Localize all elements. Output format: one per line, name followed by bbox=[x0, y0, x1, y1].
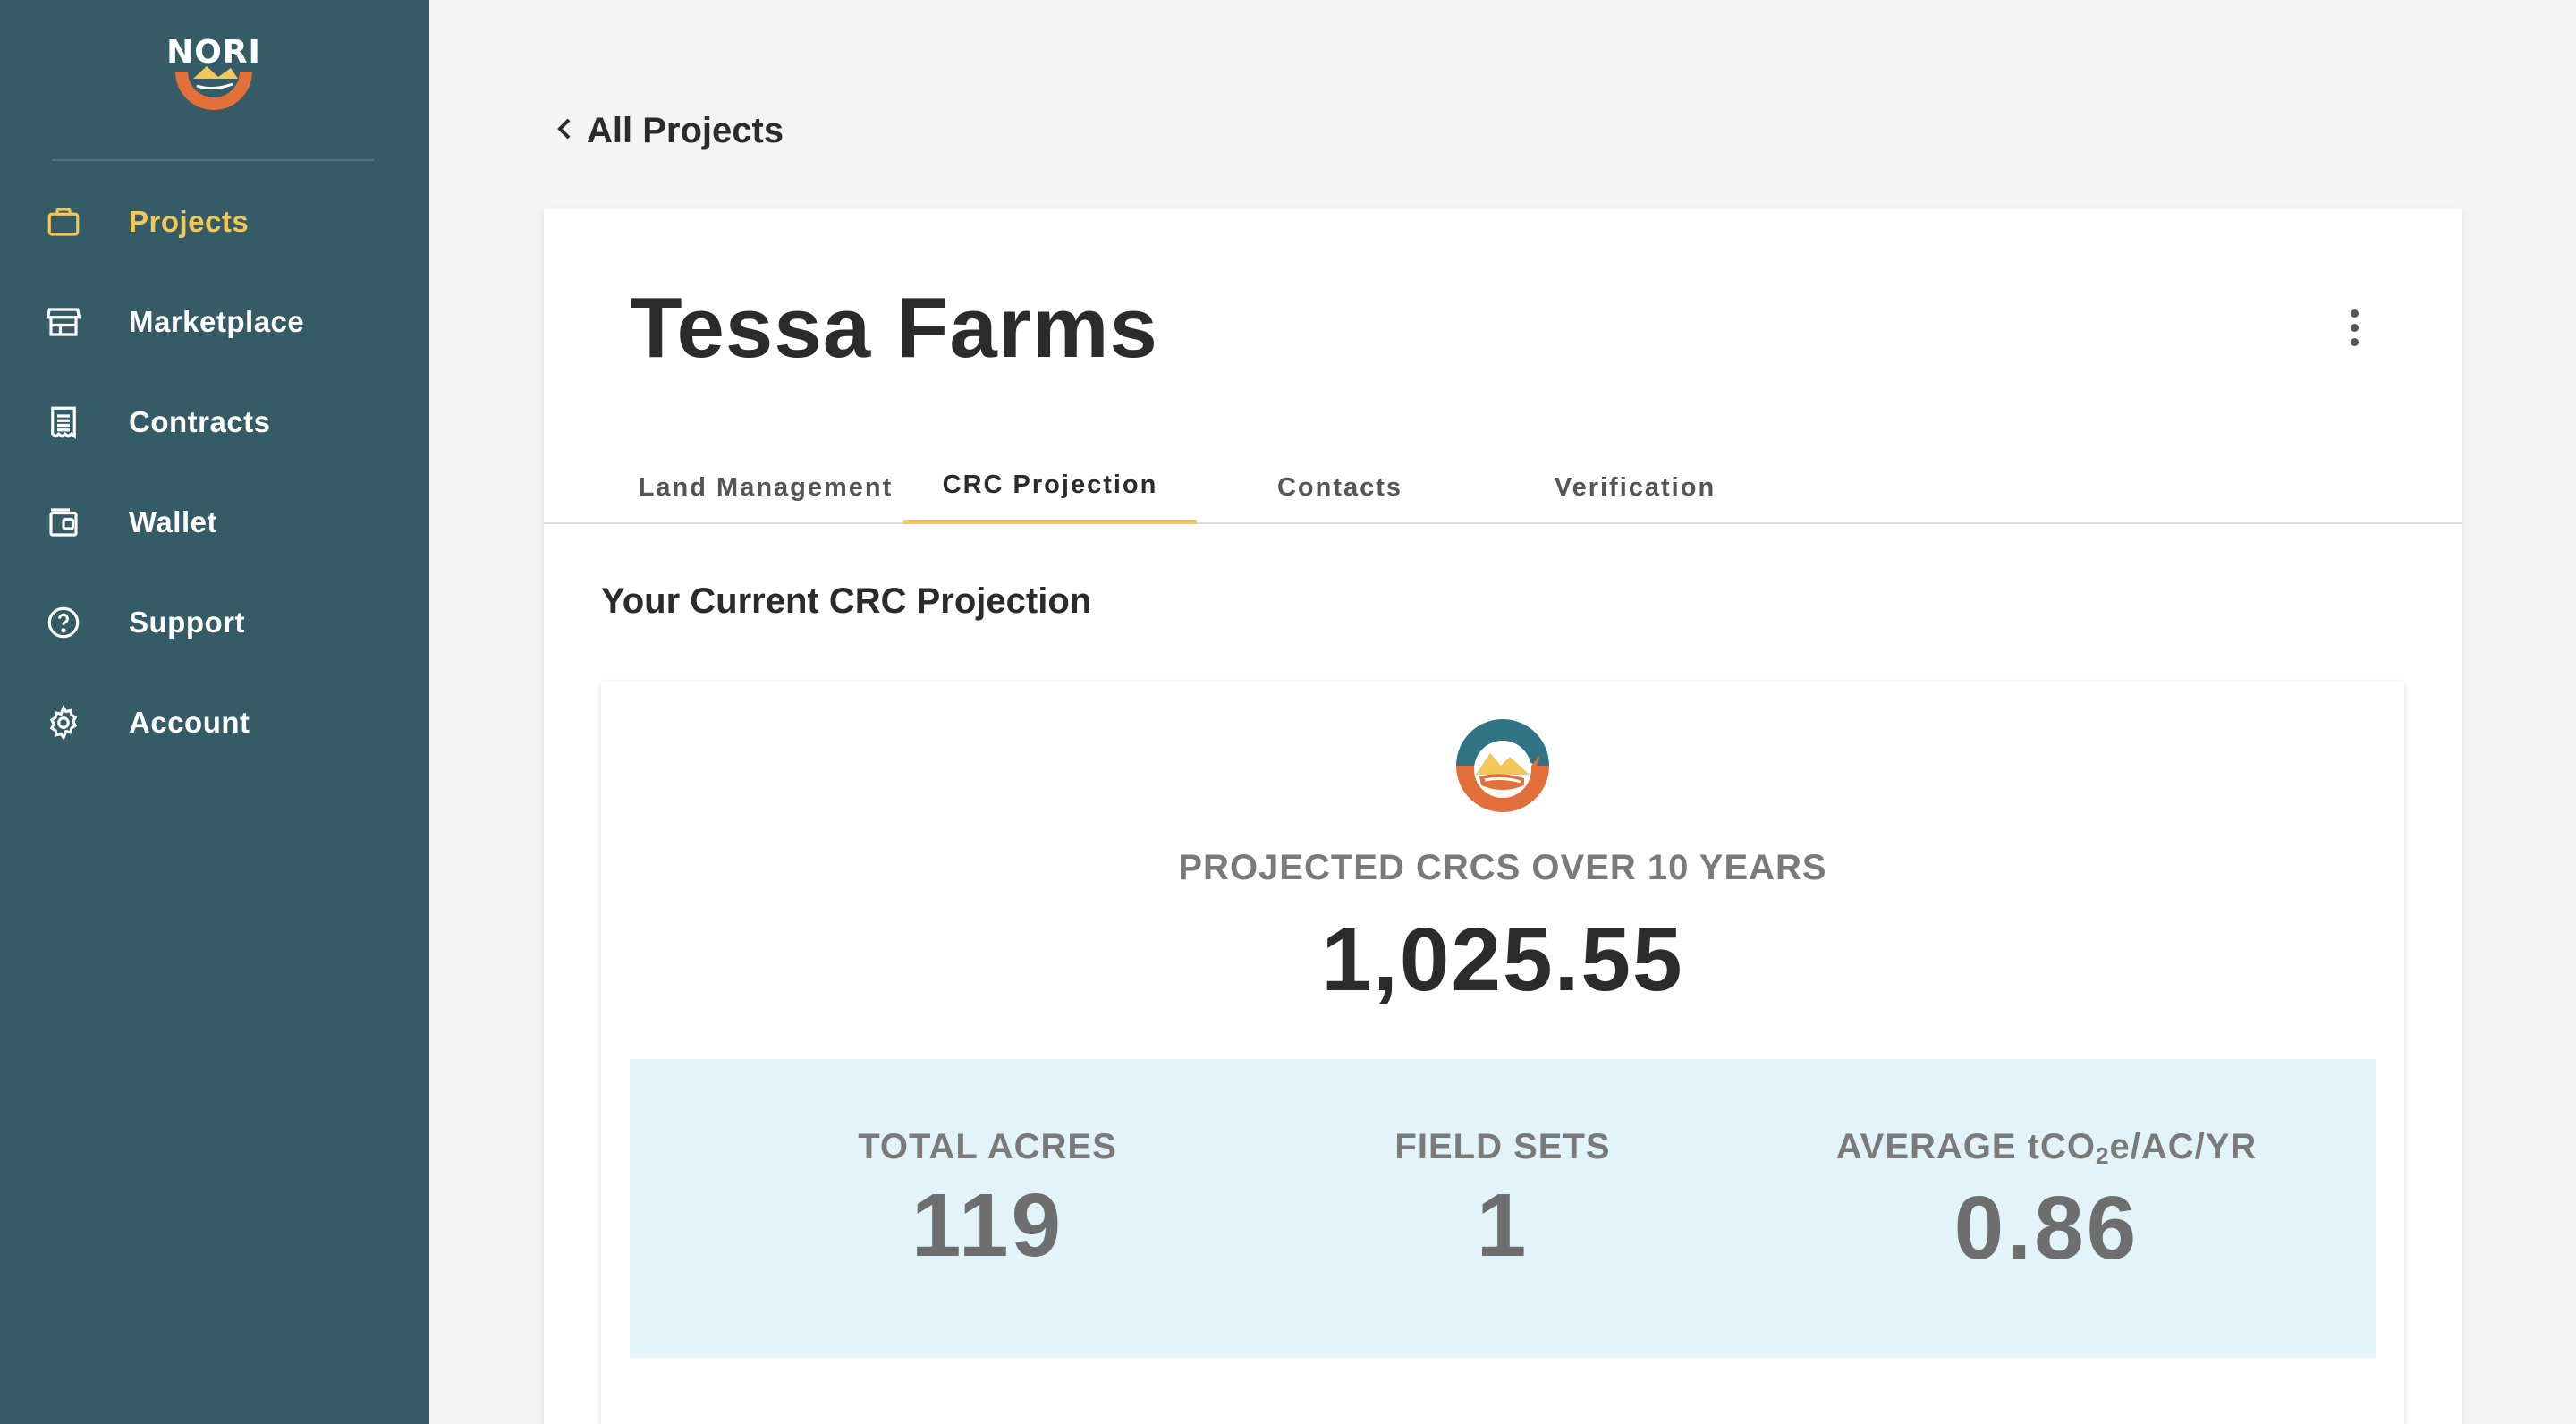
sidebar-item-contracts[interactable]: Contracts bbox=[39, 391, 397, 453]
sidebar-item-label: Account bbox=[129, 706, 250, 739]
back-link-label: All Projects bbox=[587, 111, 784, 150]
sidebar: NORI Projects Marketplace Contracts Wall… bbox=[0, 0, 429, 1424]
sidebar-item-marketplace[interactable]: Marketplace bbox=[39, 291, 397, 353]
briefcase-icon bbox=[39, 198, 88, 246]
stat-label: AVERAGE tCO2e/AC/YR bbox=[1835, 1127, 2258, 1169]
stat-value: 1 bbox=[1476, 1175, 1530, 1276]
more-vertical-icon bbox=[2350, 309, 2359, 318]
sidebar-item-label: Wallet bbox=[129, 505, 217, 538]
stat-field-sets: FIELD SETS 1 bbox=[1234, 1127, 1771, 1277]
stat-label: TOTAL ACRES bbox=[858, 1127, 1117, 1166]
stat-value: 0.86 bbox=[1953, 1178, 2140, 1278]
receipt-icon bbox=[39, 398, 88, 446]
more-options-button[interactable] bbox=[2333, 299, 2376, 356]
storefront-icon bbox=[39, 298, 88, 346]
help-circle-icon bbox=[39, 598, 88, 647]
logo-text: NORI bbox=[166, 34, 261, 71]
sidebar-item-support[interactable]: Support bbox=[39, 591, 397, 654]
sidebar-item-wallet[interactable]: Wallet bbox=[39, 491, 397, 554]
projected-crcs-label: PROJECTED CRCS OVER 10 YEARS bbox=[1178, 848, 1827, 887]
stat-value: 119 bbox=[911, 1175, 1064, 1276]
tab-contacts[interactable]: Contacts bbox=[1241, 451, 1438, 524]
sidebar-item-label: Marketplace bbox=[129, 305, 305, 338]
wallet-icon bbox=[39, 498, 88, 547]
nori-logo[interactable]: NORI bbox=[166, 32, 261, 118]
page-title: Tessa Farms bbox=[630, 280, 1158, 376]
gear-icon bbox=[39, 699, 88, 747]
projected-crcs-value: 1,025.55 bbox=[1321, 910, 1684, 1010]
tab-crc-projection[interactable]: CRC Projection bbox=[903, 451, 1197, 524]
stat-total-acres: TOTAL ACRES 119 bbox=[719, 1127, 1256, 1277]
tab-verification[interactable]: Verification bbox=[1501, 451, 1769, 524]
tab-land-management[interactable]: Land Management bbox=[617, 451, 914, 524]
sidebar-item-account[interactable]: Account bbox=[39, 691, 397, 754]
back-to-projects-link[interactable]: All Projects bbox=[555, 111, 784, 151]
sidebar-divider bbox=[52, 159, 374, 161]
stats-band: TOTAL ACRES 119 FIELD SETS 1 AVERAGE tCO… bbox=[630, 1059, 2376, 1358]
sidebar-item-label: Support bbox=[129, 606, 245, 639]
stat-average-tco2e: AVERAGE tCO2e/AC/YR 0.86 bbox=[1778, 1127, 2315, 1280]
stat-label: FIELD SETS bbox=[1394, 1127, 1611, 1166]
sidebar-item-label: Projects bbox=[129, 205, 250, 238]
crc-logo-icon bbox=[1449, 712, 1556, 819]
crc-projection-panel: PROJECTED CRCS OVER 10 YEARS 1,025.55 TO… bbox=[601, 682, 2404, 1424]
project-tabs: Land Management CRC Projection Contacts … bbox=[544, 451, 2462, 524]
sidebar-item-projects[interactable]: Projects bbox=[39, 191, 397, 253]
section-title: Your Current CRC Projection bbox=[601, 581, 1092, 621]
sidebar-item-label: Contracts bbox=[129, 405, 271, 438]
project-card: Tessa Farms Land Management CRC Projecti… bbox=[544, 209, 2462, 1424]
chevron-left-icon bbox=[555, 115, 574, 147]
